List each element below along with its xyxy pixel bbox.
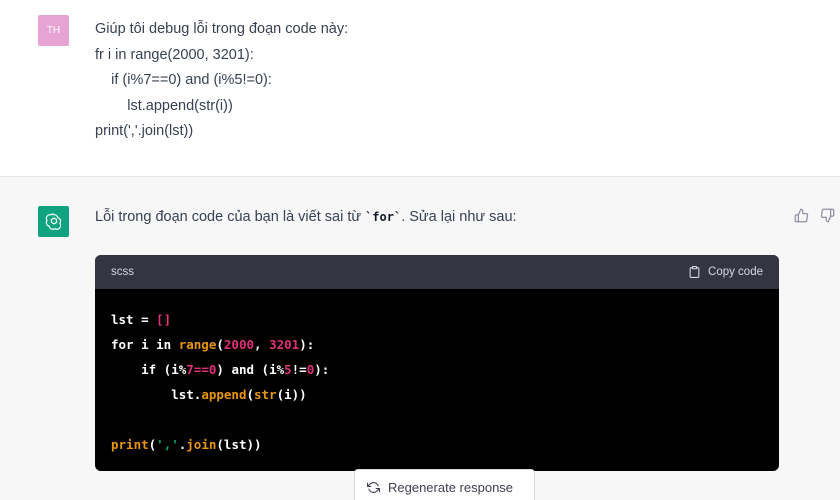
- user-avatar-initials: TH: [46, 25, 61, 36]
- assistant-message-row: Lỗi trong đoạn code của bạn là viết sai …: [0, 176, 840, 500]
- code-token: (: [246, 387, 254, 402]
- code-token: ,: [254, 337, 270, 352]
- code-token: ==: [193, 362, 209, 377]
- code-token: ',': [156, 437, 179, 452]
- code-token: =: [133, 312, 157, 327]
- code-token: 7: [186, 362, 194, 377]
- thumbs-down-icon[interactable]: [818, 206, 836, 224]
- code-token: 2000: [223, 337, 255, 352]
- code-line: lst.append(str(i)): [111, 382, 763, 407]
- code-token: ):: [314, 362, 330, 377]
- code-token: print: [111, 437, 149, 452]
- assistant-message-text-end: . Sửa lại như sau:: [401, 209, 517, 225]
- assistant-message-text: Lỗi trong đoạn code của bạn là viết sai …: [95, 209, 366, 225]
- regenerate-response-label: Regenerate response: [388, 479, 514, 495]
- code-token: lst: [111, 312, 134, 327]
- code-line: print(','.join(lst)): [111, 432, 763, 457]
- openai-logo-icon: [38, 206, 69, 237]
- code-token: ):: [299, 337, 315, 352]
- refresh-icon: [367, 481, 380, 493]
- user-message-line: fr i in range(2000, 3201):: [95, 46, 254, 63]
- code-token: str: [254, 387, 277, 402]
- user-message-line: lst.append(str(i)): [95, 97, 233, 114]
- user-avatar: TH: [38, 15, 69, 46]
- code-token: []: [156, 312, 172, 327]
- copy-code-label: Copy code: [708, 266, 763, 278]
- assistant-message: Lỗi trong đoạn code của bạn là viết sai …: [95, 209, 517, 225]
- code-line: lst = []: [111, 307, 763, 332]
- code-token: 3201: [269, 337, 300, 352]
- clipboard-icon: [689, 266, 700, 278]
- code-token: lst.: [111, 387, 202, 402]
- user-message-row: TH Giúp tôi debug lỗi trong đoạn code nà…: [0, 0, 840, 176]
- copy-code-button[interactable]: Copy code: [688, 265, 763, 279]
- user-message-line: Giúp tôi debug lỗi trong đoạn code này:: [95, 21, 349, 37]
- code-token: if (i%: [111, 362, 187, 377]
- code-language-label: scss: [111, 266, 134, 278]
- code-body: lst = [] for i in range(2000, 3201): if …: [95, 289, 779, 471]
- code-token: 5: [284, 362, 292, 377]
- code-line: if (i%7==0) and (i%5!=0):: [111, 357, 763, 382]
- code-block: scss Copy code lst = [] for i in range(2…: [95, 255, 779, 471]
- user-message: Giúp tôi debug lỗi trong đoạn code này: …: [95, 17, 348, 145]
- code-block-header: scss Copy code: [95, 255, 779, 289]
- code-token: for i in: [111, 337, 179, 352]
- user-message-line: print(','.join(lst)): [95, 123, 194, 139]
- code-token: range: [178, 337, 217, 352]
- code-token: (lst)): [216, 437, 262, 452]
- code-token: !=: [291, 362, 307, 377]
- code-token: append: [201, 387, 247, 402]
- regenerate-response-button[interactable]: Regenerate response: [354, 469, 535, 500]
- code-token: join: [186, 437, 217, 452]
- code-token: (i)): [276, 387, 307, 402]
- code-line: for i in range(2000, 3201):: [111, 332, 763, 357]
- inline-code: `for`: [365, 210, 402, 224]
- thumbs-up-icon[interactable]: [792, 206, 810, 224]
- code-token: (: [216, 337, 224, 352]
- user-message-line: if (i%7==0) and (i%5!=0):: [95, 72, 272, 88]
- code-token: ) and (i%: [216, 362, 285, 377]
